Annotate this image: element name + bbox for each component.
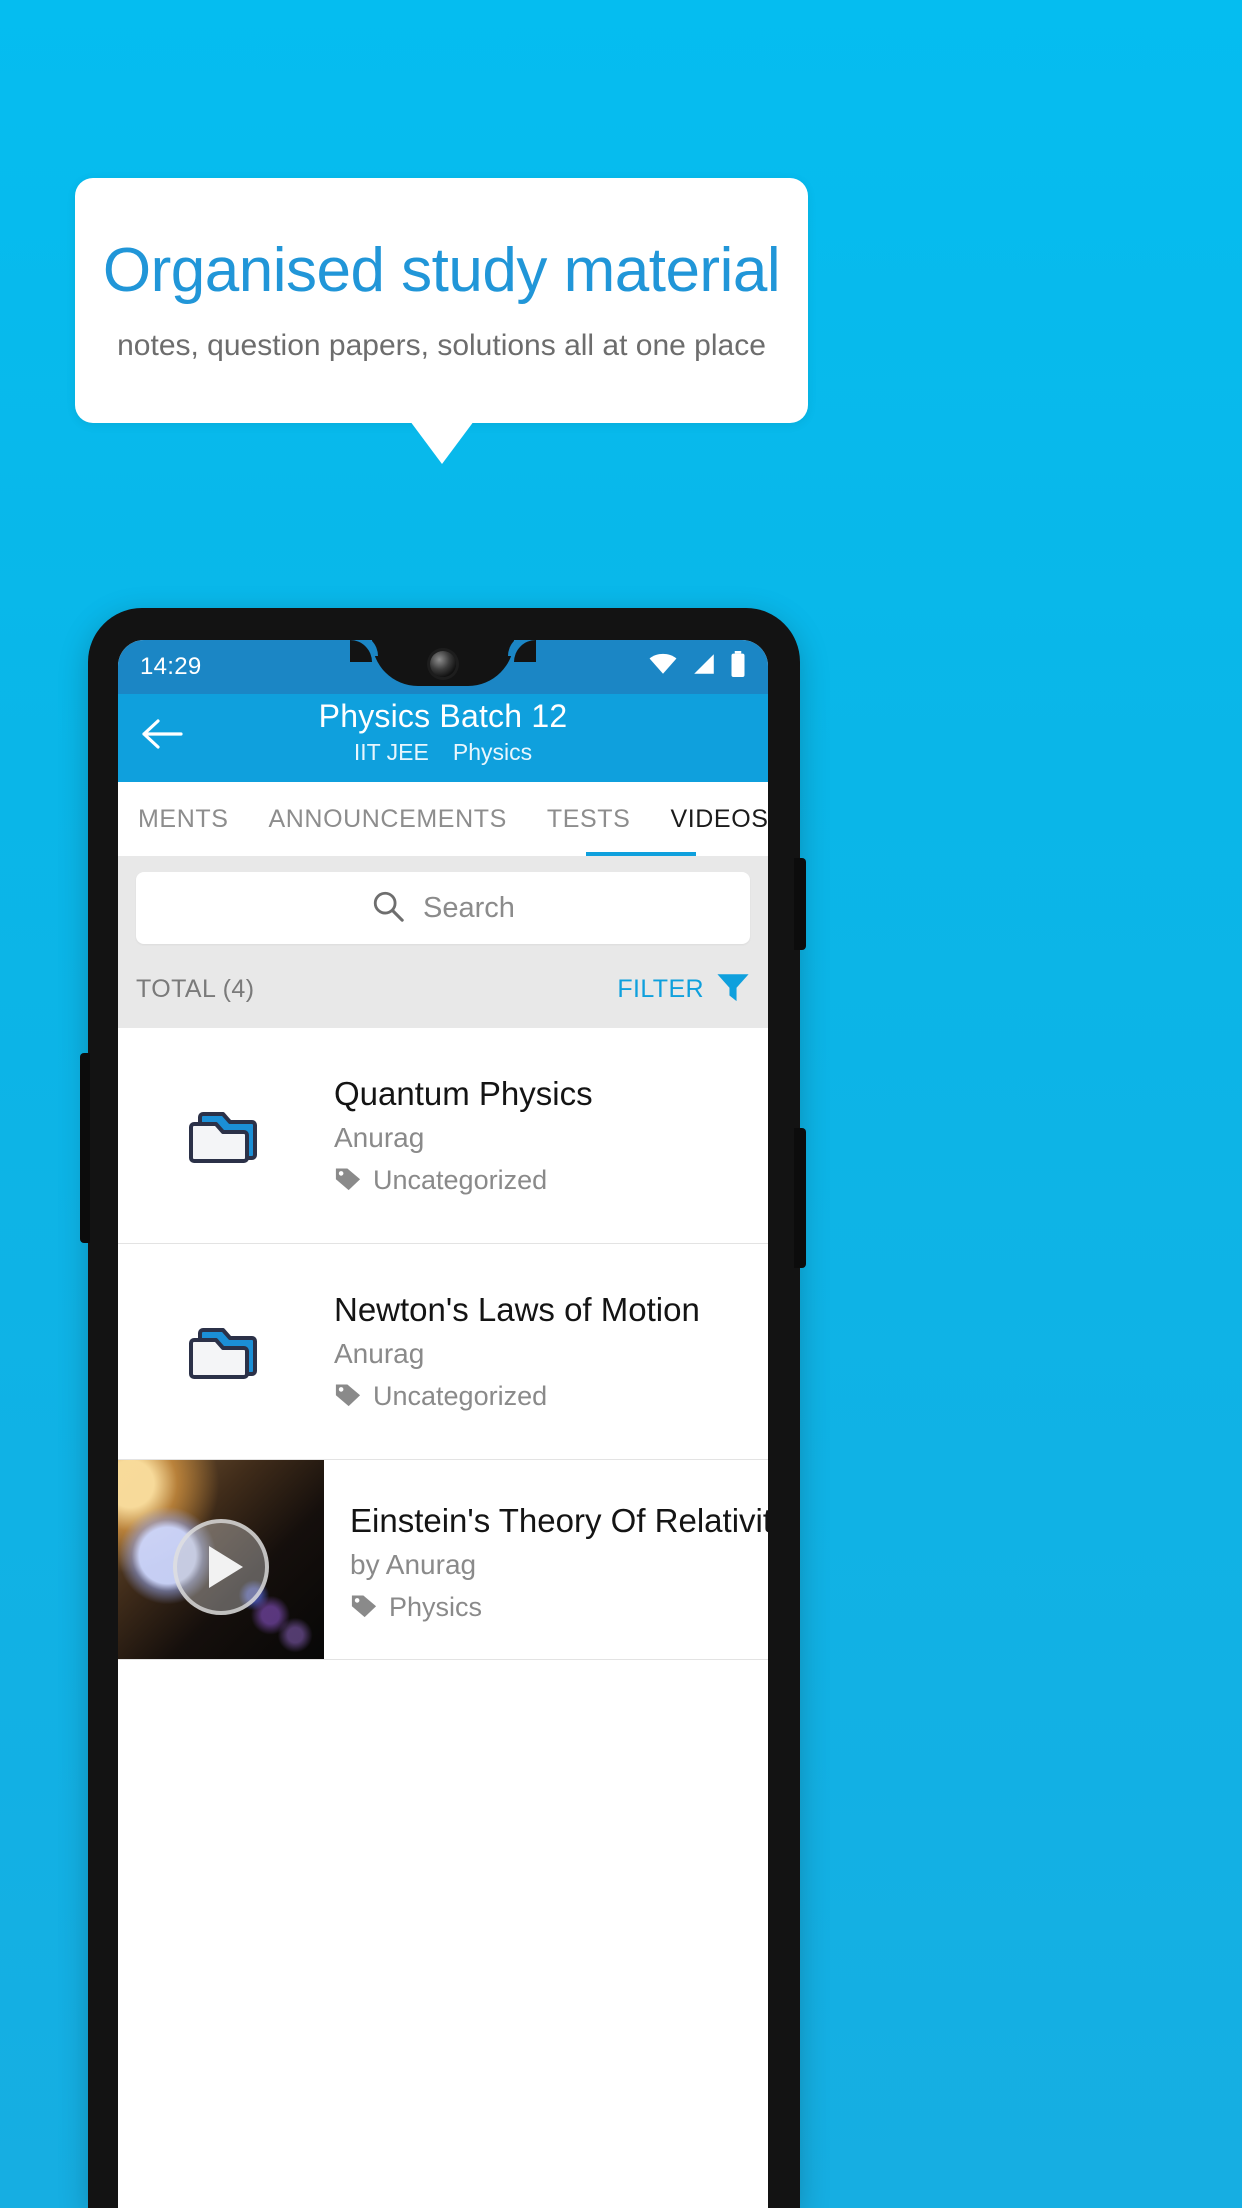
promo-card-tail xyxy=(410,421,474,464)
tab-videos[interactable]: VIDEOS xyxy=(650,782,768,856)
filter-label: FILTER xyxy=(617,974,704,1003)
video-thumbnail[interactable] xyxy=(118,1460,324,1659)
status-clock: 14:29 xyxy=(140,653,202,680)
list-item-author: Anurag xyxy=(334,1121,425,1153)
list-item-tag: Uncategorized xyxy=(334,1165,752,1196)
list-item-author: Anurag xyxy=(334,1337,425,1369)
search-icon xyxy=(371,889,405,928)
filter-icon xyxy=(716,971,750,1008)
promo-subtitle: notes, question papers, solutions all at… xyxy=(117,329,766,363)
folder-icon xyxy=(118,1104,334,1168)
total-count-label: TOTAL (4) xyxy=(136,974,255,1003)
front-camera xyxy=(430,651,456,677)
tag-icon xyxy=(334,1165,362,1196)
phone-screen: 14:29 Physics Batch 12 IIT JEE Physics M… xyxy=(118,640,768,2208)
page-title: Physics Batch 12 xyxy=(318,698,568,734)
content-list: Quantum Physics Anurag Uncategorized New… xyxy=(118,1028,768,1660)
list-item-author: by Anurag xyxy=(350,1548,477,1580)
battery-icon xyxy=(730,650,746,684)
search-area: Search xyxy=(118,856,768,960)
app-bar: Physics Batch 12 IIT JEE Physics xyxy=(118,694,768,782)
list-item[interactable]: Einstein's Theory Of Relativity by Anura… xyxy=(118,1460,768,1660)
list-item-tag: Uncategorized xyxy=(334,1381,752,1412)
tab-active-indicator xyxy=(586,852,696,856)
camera-notch xyxy=(350,640,536,686)
promo-title: Organised study material xyxy=(102,235,781,305)
search-input[interactable]: Search xyxy=(136,872,750,944)
play-icon[interactable] xyxy=(173,1519,269,1616)
list-item-body: Quantum Physics Anurag Uncategorized xyxy=(334,1075,768,1196)
search-placeholder: Search xyxy=(423,891,515,924)
list-item-title: Quantum Physics xyxy=(334,1075,593,1113)
arrow-left-icon xyxy=(141,718,183,755)
tag-icon xyxy=(350,1592,378,1623)
list-item-body: Einstein's Theory Of Relativity by Anura… xyxy=(324,1460,768,1659)
app-bar-subtitle: IIT JEE Physics xyxy=(354,739,532,766)
promo-card: Organised study material notes, question… xyxy=(75,178,808,423)
tag-label: Physics xyxy=(389,1591,483,1622)
status-icons xyxy=(648,650,746,684)
list-item[interactable]: Newton's Laws of Motion Anurag Uncategor… xyxy=(118,1244,768,1460)
list-item-title: Einstein's Theory Of Relativity xyxy=(350,1502,768,1539)
status-bar: 14:29 xyxy=(118,640,768,694)
list-toolbar: TOTAL (4) FILTER xyxy=(118,960,768,1028)
list-item[interactable]: Quantum Physics Anurag Uncategorized xyxy=(118,1028,768,1244)
subtitle-exam: IIT JEE xyxy=(353,739,429,765)
app-bar-titles: Physics Batch 12 IIT JEE Physics xyxy=(118,698,768,766)
list-item-title: Newton's Laws of Motion xyxy=(334,1291,700,1329)
signal-icon xyxy=(691,653,717,682)
filter-button[interactable]: FILTER xyxy=(617,971,750,1008)
subtitle-subject: Physics xyxy=(452,739,533,765)
wifi-icon xyxy=(648,653,678,682)
volume-button[interactable] xyxy=(794,1128,806,1268)
tab-tests[interactable]: TESTS xyxy=(527,782,651,856)
phone-mockup: 14:29 Physics Batch 12 IIT JEE Physics M… xyxy=(80,608,806,2208)
list-item-tag: Physics xyxy=(350,1592,768,1623)
folder-icon xyxy=(118,1320,334,1384)
list-item-body: Newton's Laws of Motion Anurag Uncategor… xyxy=(334,1291,768,1412)
tab-ments[interactable]: MENTS xyxy=(118,782,249,856)
tag-label: Uncategorized xyxy=(373,1380,548,1411)
tab-announcements[interactable]: ANNOUNCEMENTS xyxy=(249,782,527,856)
tab-bar: MENTS ANNOUNCEMENTS TESTS VIDEOS xyxy=(118,782,768,856)
tag-label: Uncategorized xyxy=(373,1164,548,1195)
power-button[interactable] xyxy=(794,858,806,950)
tag-icon xyxy=(334,1381,362,1412)
back-button[interactable] xyxy=(126,700,198,772)
side-button-left[interactable] xyxy=(80,1053,90,1243)
